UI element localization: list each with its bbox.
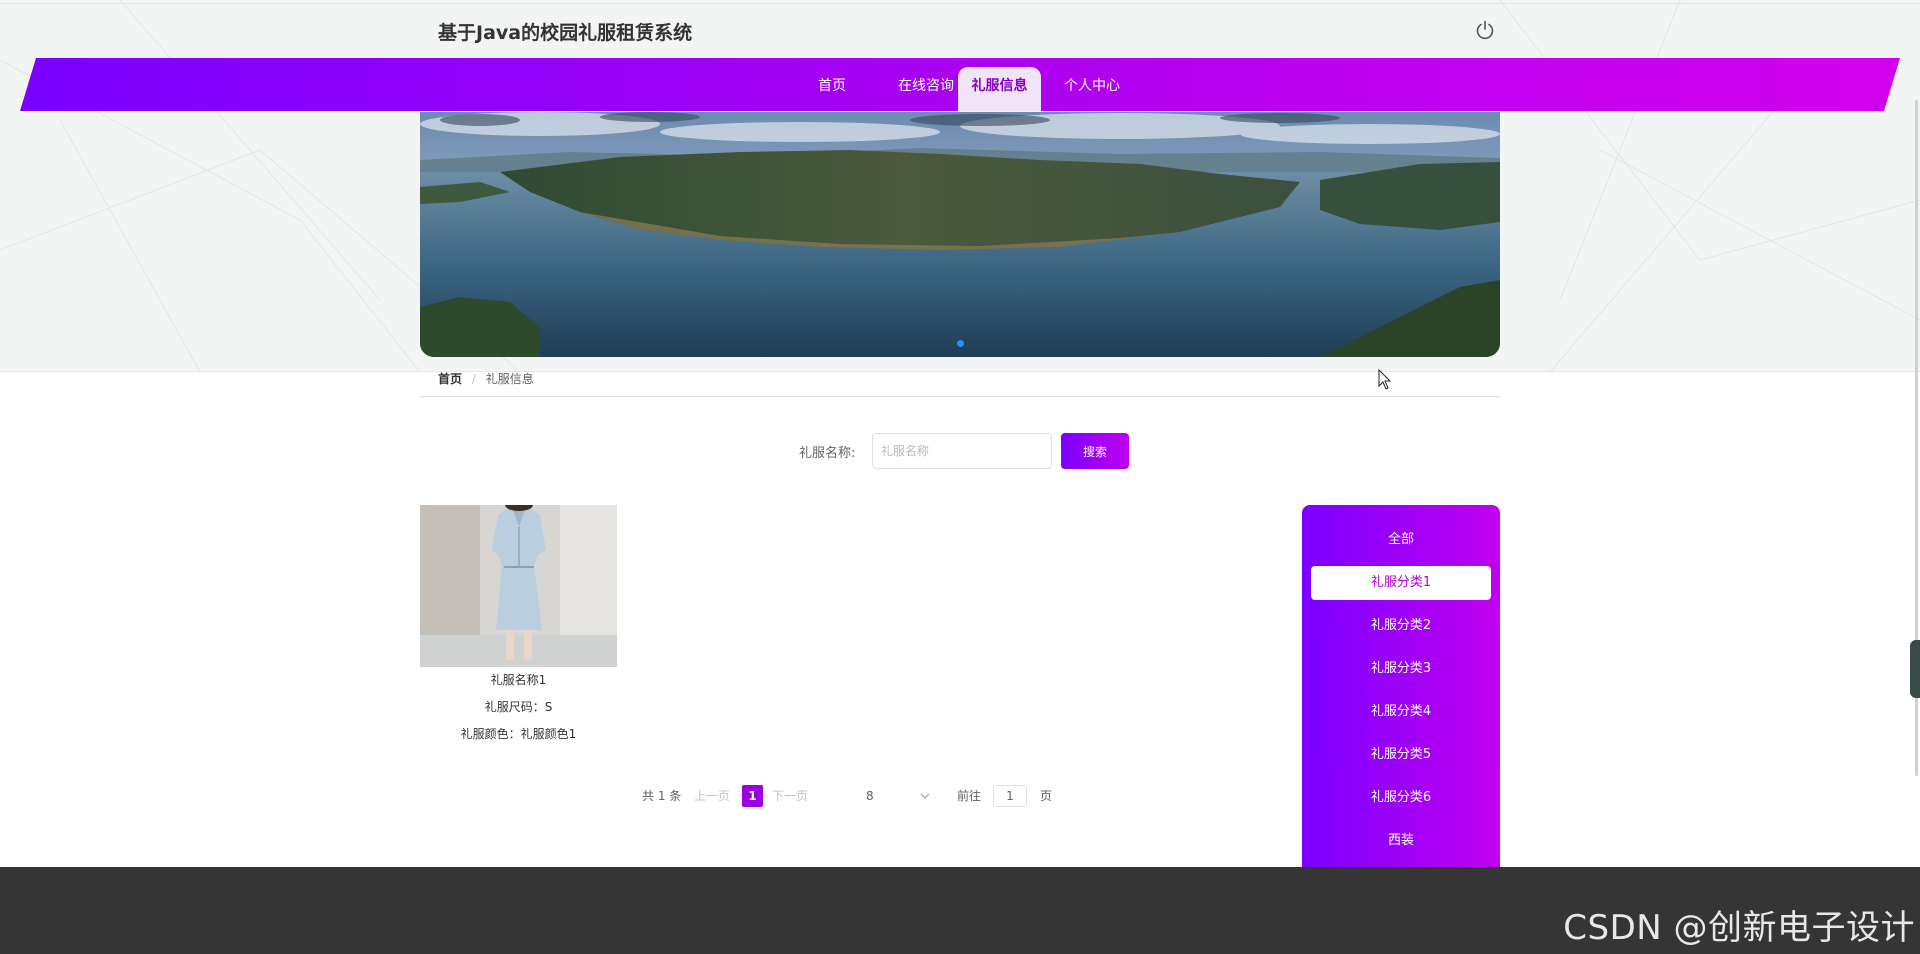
nav-item-personal-center[interactable]: 个人中心: [1049, 67, 1135, 111]
mouse-cursor-icon: [1378, 369, 1392, 390]
pagination-page-unit: 页: [1040, 789, 1053, 803]
category-item-4[interactable]: 礼服分类4: [1311, 695, 1491, 729]
category-all[interactable]: 全部: [1311, 523, 1491, 557]
top-border: [0, 3, 1920, 4]
breadcrumb-current: 礼服信息: [485, 372, 534, 386]
product-card[interactable]: 礼服名称1 礼服尺码：S 礼服颜色：礼服颜色1: [420, 505, 617, 748]
product-name: 礼服名称1: [490, 673, 547, 687]
pagination-next-button[interactable]: 下一页: [772, 785, 808, 807]
banner-image: [420, 112, 1500, 357]
category-item-6[interactable]: 礼服分类6: [1311, 781, 1491, 815]
breadcrumb-home[interactable]: 首页: [438, 372, 462, 386]
watermark: CSDN @创新电子设计: [1563, 908, 1915, 948]
category-panel: 全部 礼服分类1 礼服分类2 礼服分类3 礼服分类4 礼服分类5 礼服分类6 西…: [1302, 505, 1500, 867]
category-item-5[interactable]: 礼服分类5: [1311, 738, 1491, 772]
side-widget[interactable]: [1910, 640, 1920, 698]
product-image[interactable]: [420, 505, 617, 667]
pagination: 共 1 条 上一页 1 下一页 8 前往 页: [0, 785, 1920, 807]
pagination-total: 共 1 条: [642, 789, 682, 803]
chevron-down-icon: [920, 793, 930, 799]
pagination-goto-input[interactable]: [993, 785, 1027, 807]
search-label: 礼服名称:: [799, 446, 856, 461]
search-input[interactable]: [872, 433, 1052, 469]
category-item-1[interactable]: 礼服分类1: [1311, 566, 1491, 600]
nav-item-dress-info[interactable]: 礼服信息: [958, 67, 1041, 111]
page-size-value: 8: [866, 789, 874, 803]
site-title: 基于Java的校园礼服租赁系统: [438, 22, 693, 44]
nav-item-home[interactable]: 首页: [798, 67, 866, 111]
category-item-2[interactable]: 礼服分类2: [1311, 609, 1491, 643]
breadcrumb-divider: [420, 396, 1500, 397]
main-nav: 首页 在线咨询 礼服信息 个人中心: [20, 58, 1900, 111]
product-color: 礼服颜色：礼服颜色1: [460, 727, 577, 741]
power-icon[interactable]: [1474, 19, 1496, 41]
page-size-select[interactable]: 8: [828, 785, 934, 807]
carousel-indicator-dot[interactable]: [957, 340, 964, 347]
product-size: 礼服尺码：S: [484, 700, 553, 714]
category-suit[interactable]: 西装: [1311, 824, 1491, 858]
search-button[interactable]: 搜索: [1061, 433, 1129, 469]
pagination-page-1[interactable]: 1: [742, 785, 763, 807]
breadcrumb: 首页 / 礼服信息: [438, 372, 534, 396]
banner-carousel: [420, 112, 1500, 357]
pagination-goto-label: 前往: [957, 789, 982, 803]
pagination-prev-button[interactable]: 上一页: [694, 785, 730, 807]
breadcrumb-separator: /: [471, 372, 476, 386]
category-item-3[interactable]: 礼服分类3: [1311, 652, 1491, 686]
